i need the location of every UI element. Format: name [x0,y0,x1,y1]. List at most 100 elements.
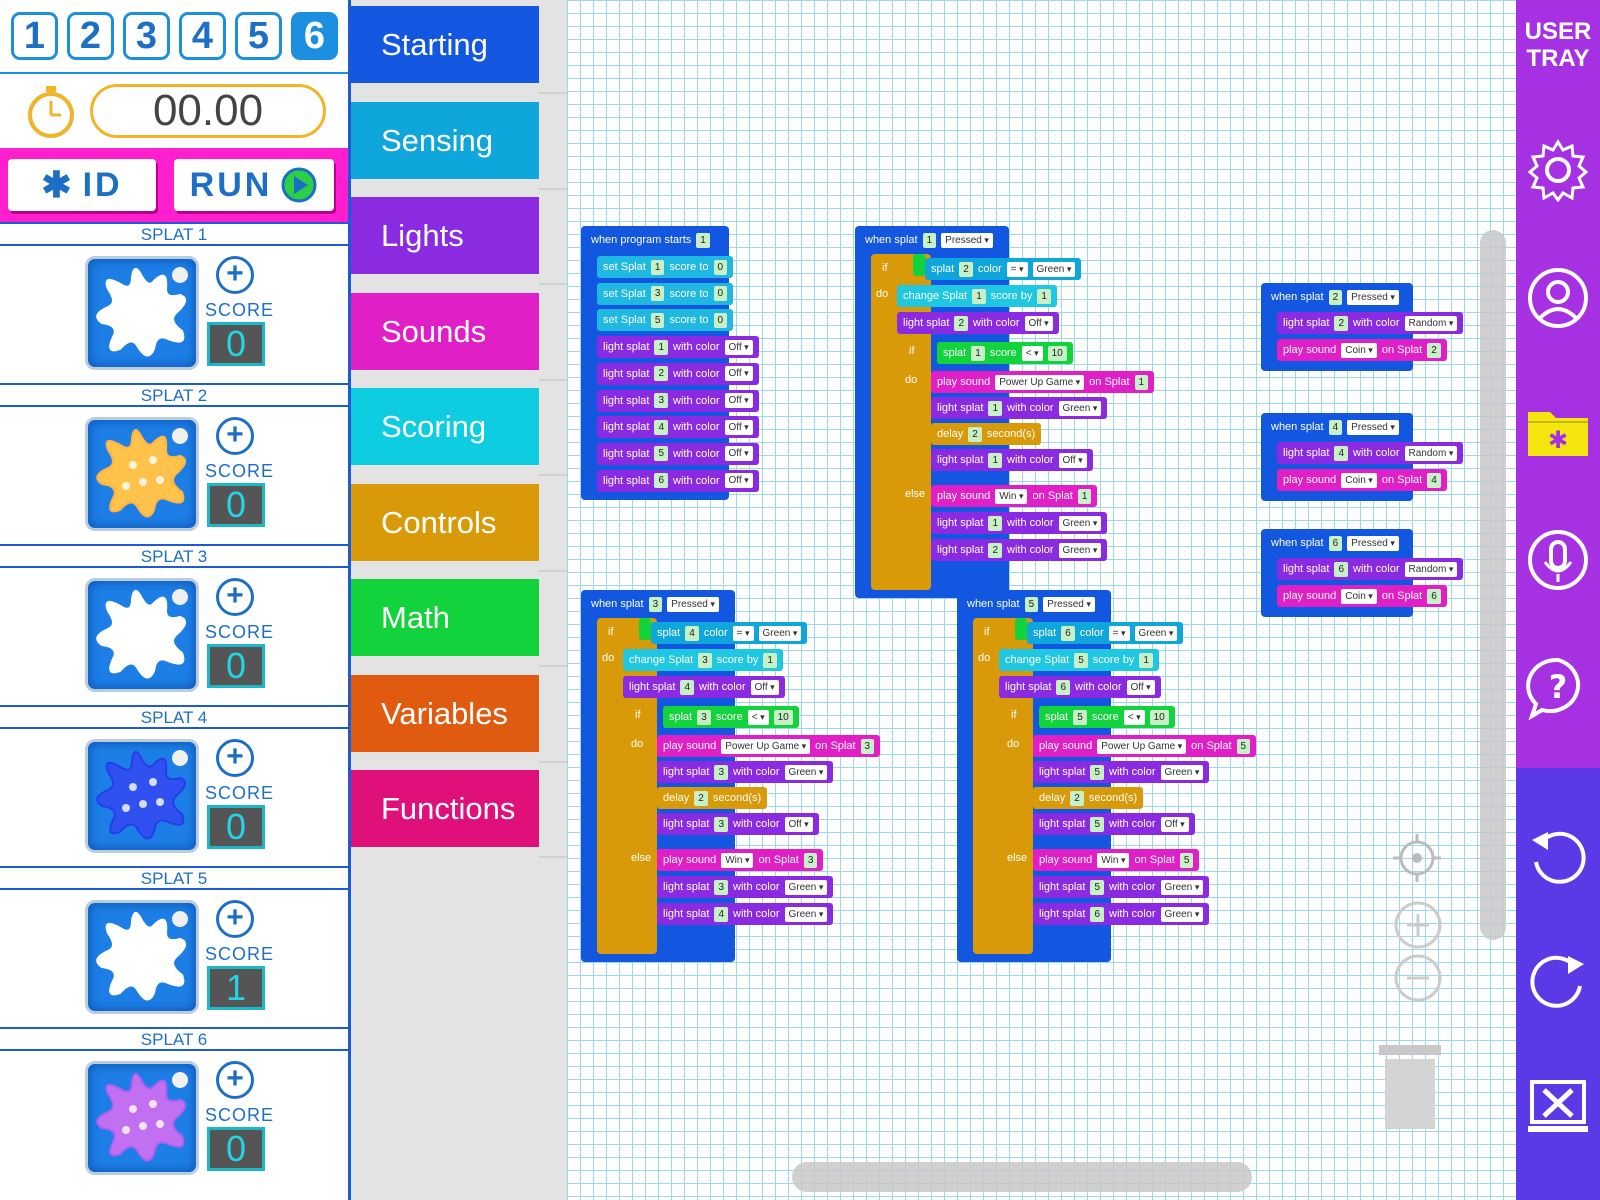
if-block[interactable]: if [629,704,647,726]
tab-5[interactable]: 5 [235,12,282,60]
block-number-field[interactable]: 2 [1427,342,1441,358]
color-dropdown[interactable]: Green [758,625,802,641]
when-program-starts-block[interactable]: when program starts 1 [585,229,716,251]
light-splat-block[interactable]: light splat 4 with color Off [597,416,759,439]
block-dropdown[interactable]: Off [724,446,753,462]
block-dropdown[interactable]: Green [1160,764,1204,780]
zoom-in-icon[interactable] [1393,900,1443,950]
block-dropdown[interactable]: Pressed [1347,419,1399,435]
block-number-field[interactable]: 2 [954,315,969,331]
play-sound-block[interactable]: play sound Power Up Game on Splat 5 [1033,735,1257,757]
block-dropdown[interactable]: Off [1160,816,1189,832]
block-dropdown[interactable]: Off [784,816,813,832]
block-dropdown[interactable]: Green [1160,906,1204,922]
block-dropdown[interactable]: Green [784,879,828,895]
block-number-field[interactable]: 5 [1073,709,1087,725]
block-number-field[interactable]: 6 [1328,535,1343,551]
delay-block[interactable]: delay 2 second(s) [657,787,768,809]
block-number-field[interactable]: 10 [1047,345,1067,361]
block-number-field[interactable]: 3 [714,764,729,780]
block-number-field[interactable]: 4 [714,906,729,922]
block-number-field[interactable]: 1 [922,232,937,248]
set-score-block[interactable]: set Splat 3 score to 0 [597,282,734,305]
block-dropdown[interactable]: Pressed [1347,535,1399,551]
block-dropdown[interactable]: Pressed [1347,289,1399,305]
block-dropdown[interactable]: Power Up Game [721,738,811,754]
splat-color-block[interactable]: splat 4 color =Green [651,622,808,644]
block-dropdown[interactable]: Off [750,679,779,695]
block-dropdown[interactable]: Off [724,473,753,489]
category-functions[interactable]: Functions [351,770,539,847]
color-dropdown[interactable]: Green [1032,261,1076,277]
light-splat-block[interactable]: light splat 4 with color Random [1277,442,1464,464]
block-number-field[interactable]: 3 [714,879,729,895]
category-starting[interactable]: Starting [351,6,539,83]
tab-6[interactable]: 6 [291,12,338,60]
light-splat-block[interactable]: light splat 1 with color Off [931,449,1093,471]
block-number-field[interactable]: 5 [1090,816,1105,832]
block-number-field[interactable]: 1 [988,515,1003,531]
block-number-field[interactable]: 3 [860,738,875,754]
folder-icon[interactable]: ✱ [1526,398,1590,462]
splat-device-image[interactable] [85,1061,199,1175]
light-splat-block[interactable]: light splat 4 with color Off [623,676,785,698]
light-splat-block[interactable]: light splat 4 with color Green [657,903,834,925]
block-number-field[interactable]: 5 [650,312,665,328]
block-dropdown[interactable]: Green [784,764,828,780]
score-compare-block[interactable]: splat 5 score <10 [1039,706,1175,728]
block-number-field[interactable]: 5 [1090,879,1105,895]
zoom-out-icon[interactable] [1393,953,1443,1003]
block-number-field[interactable]: 5 [1090,764,1105,780]
block-dropdown[interactable]: Green [784,906,828,922]
color-dropdown[interactable]: Green [1134,625,1178,641]
block-dropdown[interactable]: Off [1024,315,1053,331]
play-sound-block[interactable]: play sound Coin on Splat 2 [1277,339,1447,361]
change-score-block[interactable]: change Splat 5 score by 1 [999,649,1159,671]
block-number-field[interactable]: 1 [988,400,1003,416]
gear-icon[interactable] [1526,138,1590,202]
light-splat-block[interactable]: light splat 5 with color Off [1033,813,1195,835]
block-dropdown[interactable]: Green [1058,400,1102,416]
block-number-field[interactable]: 6 [654,473,669,489]
tab-4[interactable]: 4 [179,12,226,60]
block-number-field[interactable]: 4 [1334,445,1349,461]
splat-device-image[interactable] [85,417,199,531]
block-number-field[interactable]: 2 [1334,315,1349,331]
play-sound-block[interactable]: play sound Coin on Splat 6 [1277,585,1447,607]
block-dropdown[interactable]: Off [1058,452,1087,468]
category-scoring[interactable]: Scoring [351,388,539,465]
block-dropdown[interactable]: Random [1404,315,1458,331]
add-score-button[interactable]: + [216,900,254,938]
block-number-field[interactable]: 1 [1077,488,1092,504]
when-splat-pressed-block[interactable]: when splat 4 Pressed [1265,416,1405,438]
light-splat-block[interactable]: light splat 6 with color Green [1033,903,1210,925]
block-number-field[interactable]: 1 [1139,652,1153,668]
block-number-field[interactable]: 1 [650,259,665,275]
light-splat-block[interactable]: light splat 2 with color Green [931,539,1108,561]
set-score-block[interactable]: set Splat 1 score to 0 [597,256,734,278]
operator-dropdown[interactable]: = [1006,261,1028,277]
block-number-field[interactable]: 3 [698,652,712,668]
light-splat-block[interactable]: light splat 3 with color Off [597,389,759,412]
block-number-field[interactable]: 6 [1061,625,1075,641]
tab-1[interactable]: 1 [11,12,58,60]
block-dropdown[interactable]: Win [721,852,754,868]
block-dropdown[interactable]: Coin [1341,342,1377,358]
block-number-field[interactable]: 6 [1056,679,1071,695]
block-number-field[interactable]: 1 [988,452,1003,468]
block-number-field[interactable]: 2 [988,542,1003,558]
light-splat-block[interactable]: light splat 2 with color Off [897,312,1059,334]
block-dropdown[interactable]: Off [724,419,753,435]
run-button[interactable]: RUN [174,159,334,211]
redo-icon[interactable] [1526,950,1590,1014]
id-button[interactable]: ✱ ID [8,159,156,211]
score-compare-block[interactable]: splat 1 score <10 [937,342,1073,364]
set-score-block[interactable]: set Splat 5 score to 0 [597,309,734,332]
block-number-field[interactable]: 10 [773,709,793,725]
light-splat-block[interactable]: light splat 1 with color Green [931,512,1108,534]
light-splat-block[interactable]: light splat 2 with color Off [597,362,759,385]
add-score-button[interactable]: + [216,739,254,777]
when-splat-pressed-block[interactable]: when splat 1 Pressed [859,229,999,251]
block-dropdown[interactable]: Pressed [1043,596,1095,612]
user-profile-icon[interactable] [1526,266,1590,330]
